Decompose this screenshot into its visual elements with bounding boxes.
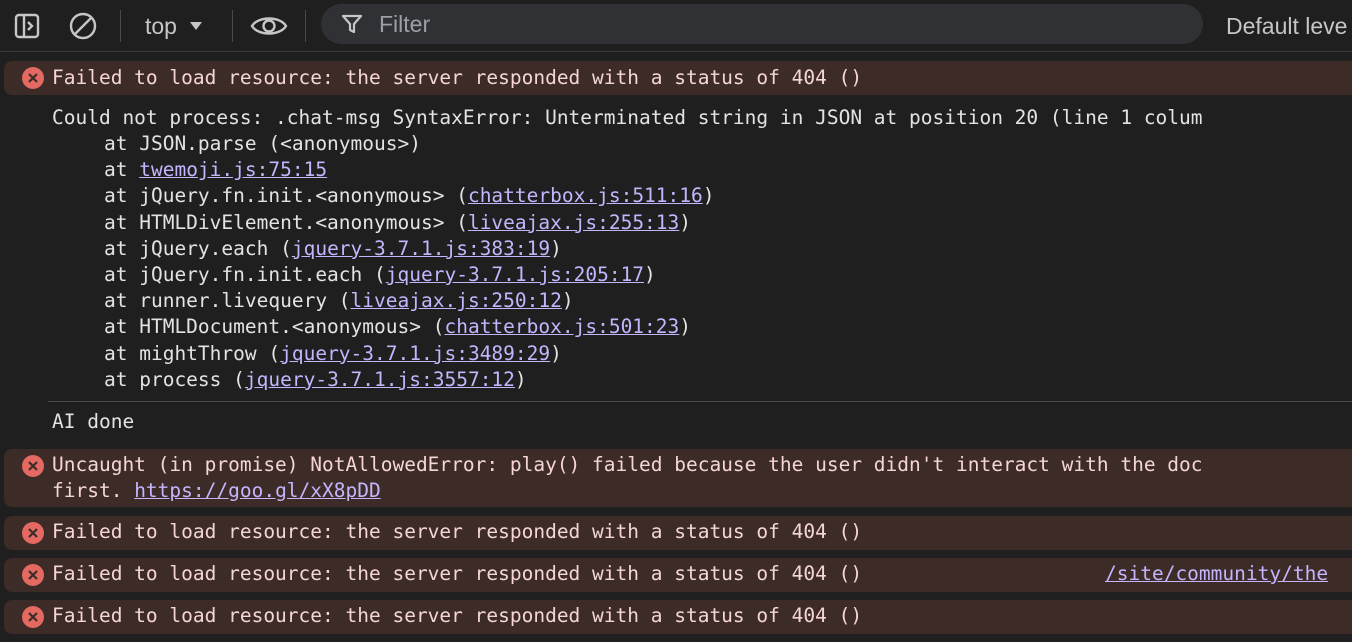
stack-frame-text: at jQuery.fn.init.each ( (104, 263, 386, 286)
filter-input[interactable] (377, 9, 1161, 39)
console-toolbar: top Default leve (0, 0, 1352, 52)
filter-icon (341, 14, 363, 34)
console-error-message: Failed to load resource: the server resp… (4, 600, 1352, 634)
stack-frame-text: at runner.livequery ( (104, 289, 351, 313)
dropdown-arrow-icon (189, 22, 202, 30)
console-error-message: Failed to load resource: the server resp… (4, 558, 1352, 592)
source-link[interactable]: /site/community/the (1105, 561, 1328, 587)
error-text: Failed to load resource: the server resp… (52, 604, 863, 627)
error-text-continued: first. https://goo.gl/xX8pDD (52, 478, 381, 504)
log-text: AI done (52, 410, 135, 433)
stack-frame-text: ) (679, 315, 692, 339)
stack-frame-text: ) (514, 367, 527, 391)
trace-header: Could not process: .chat-msg SyntaxError… (52, 106, 1203, 129)
stack-frame-text: at (104, 158, 140, 182)
sidebar-toggle-icon[interactable] (10, 9, 44, 43)
context-selector[interactable]: top (137, 8, 211, 44)
source-link[interactable]: jquery-3.7.1.js:383:19 (292, 237, 550, 260)
stack-frame-text: at HTMLDocument.<anonymous> ( (104, 315, 445, 339)
stack-frame: at twemoji.js:75:15 (104, 157, 327, 183)
eye-icon[interactable] (250, 9, 288, 43)
error-text: Failed to load resource: the server resp… (52, 66, 863, 89)
stack-frame-text: ) (679, 210, 692, 234)
source-link[interactable]: twemoji.js:75:15 (139, 158, 327, 181)
clear-console-icon[interactable] (66, 9, 100, 43)
stack-frame-text: ) (550, 341, 562, 365)
error-text: Failed to load resource: the server resp… (52, 562, 863, 585)
stack-frame-text: at jQuery.each ( (104, 236, 292, 260)
source-link[interactable]: jquery-3.7.1.js:3557:12 (245, 368, 515, 391)
message-divider (48, 401, 1352, 402)
context-label: top (145, 12, 177, 39)
error-icon (22, 67, 44, 89)
console-error-message: Failed to load resource: the server resp… (4, 516, 1352, 550)
filter-box[interactable] (321, 4, 1203, 44)
stack-frame-text: ) (644, 263, 656, 286)
toolbar-divider (305, 10, 306, 42)
console-error-message: Failed to load resource: the server resp… (4, 61, 1352, 95)
error-icon (22, 455, 44, 477)
stack-frame-text: at mightThrow ( (104, 341, 281, 365)
source-link[interactable]: liveajax.js:250:12 (351, 289, 562, 312)
error-text: Uncaught (in promise) NotAllowedError: p… (52, 453, 1203, 476)
stack-frame: at mightThrow (jquery-3.7.1.js:3489:29) (104, 341, 562, 367)
source-link[interactable]: jquery-3.7.1.js:3489:29 (280, 342, 550, 365)
error-icon (22, 522, 44, 544)
stack-frame: at JSON.parse (<anonymous>) (104, 131, 421, 157)
stack-frame: at jQuery.fn.init.<anonymous> (chatterbo… (104, 183, 715, 209)
devtools-console: top Default leve Failed to (0, 0, 1352, 642)
stack-frame-text: at JSON.parse (<anonymous>) (104, 132, 421, 155)
toolbar-divider (232, 10, 233, 42)
console-messages: Failed to load resource: the server resp… (0, 52, 1352, 642)
stack-frame: at HTMLDocument.<anonymous> (chatterbox.… (104, 314, 691, 340)
error-text: Failed to load resource: the server resp… (52, 520, 863, 543)
stack-frame-text: at jQuery.fn.init.<anonymous> ( (104, 184, 468, 208)
stack-frame: at jQuery.fn.init.each (jquery-3.7.1.js:… (104, 262, 656, 288)
console-error-message: Uncaught (in promise) NotAllowedError: p… (4, 449, 1352, 507)
source-link[interactable]: chatterbox.js:501:23 (444, 315, 679, 338)
stack-frame: at HTMLDivElement.<anonymous> (liveajax.… (104, 210, 691, 236)
stack-frame-text: ) (550, 236, 562, 260)
error-icon (22, 564, 44, 586)
source-link[interactable]: jquery-3.7.1.js:205:17 (386, 263, 644, 286)
source-link[interactable]: liveajax.js:255:13 (468, 211, 679, 234)
stack-frame-text: ) (702, 184, 715, 208)
stack-frame: at runner.livequery (liveajax.js:250:12) (104, 288, 574, 314)
stack-frame-text: ) (561, 289, 574, 313)
error-icon (22, 606, 44, 628)
stack-frame-text: at process ( (104, 367, 245, 391)
source-link[interactable]: chatterbox.js:511:16 (468, 184, 703, 207)
error-text-fragment: first. (52, 479, 135, 502)
log-levels-dropdown[interactable]: Default leve (1226, 9, 1347, 43)
help-link[interactable]: https://goo.gl/xX8pDD (134, 479, 381, 502)
toolbar-divider (120, 10, 121, 42)
stack-frame-text: at HTMLDivElement.<anonymous> ( (104, 210, 468, 234)
stack-frame: at jQuery.each (jquery-3.7.1.js:383:19) (104, 236, 562, 262)
stack-frame: at process (jquery-3.7.1.js:3557:12) (104, 367, 527, 393)
